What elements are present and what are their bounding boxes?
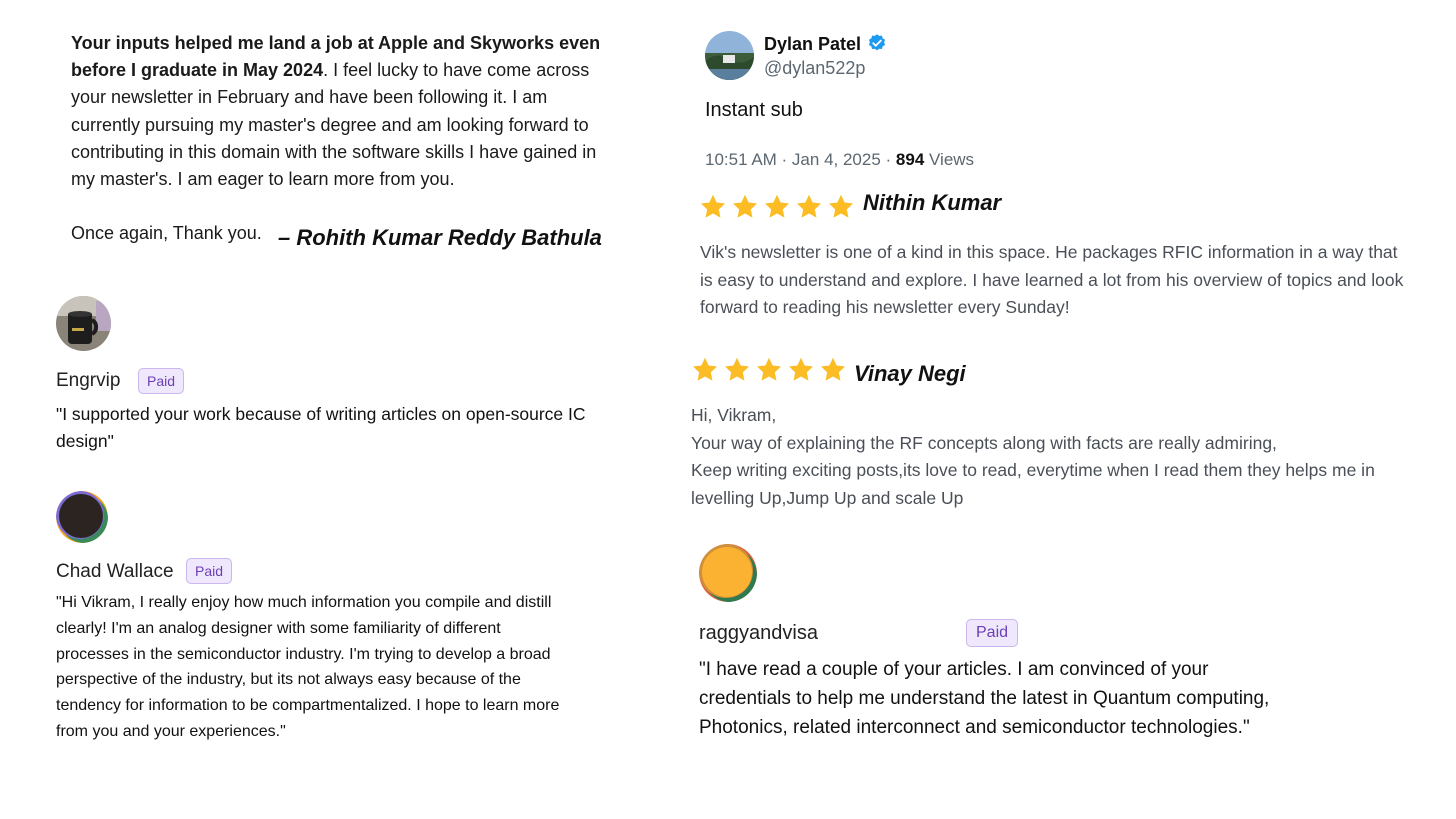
vinay-review: Hi, Vikram, Your way of explaining the R… xyxy=(691,402,1403,512)
tweet-author-label: Dylan Patel xyxy=(764,34,862,54)
vinay-star-rating xyxy=(691,356,847,384)
chad-avatar xyxy=(56,491,108,543)
star-icon xyxy=(820,357,846,381)
vinay-reviewer-name: Vinay Negi xyxy=(854,361,966,386)
star-icon xyxy=(700,194,726,218)
raggy-paid-badge: Paid xyxy=(966,619,1019,647)
chad-name: Chad Wallace xyxy=(56,561,174,582)
vinay-review-line-2: Your way of explaining the RF concepts a… xyxy=(691,432,1277,453)
rohith-signature: – Rohith Kumar Reddy Bathula xyxy=(278,225,602,250)
chad-quote: "Hi Vikram, I really enjoy how much info… xyxy=(56,594,560,740)
star-icon xyxy=(692,357,718,381)
nithin-star-rating xyxy=(699,193,855,221)
raggy-quote: "I have read a couple of your articles. … xyxy=(699,659,1270,738)
tweet-author-handle[interactable]: @dylan522p xyxy=(764,58,865,79)
vinay-review-line-3: Keep writing exciting posts,its love to … xyxy=(691,460,1375,508)
tweet-views-label: Views xyxy=(924,150,975,169)
rohith-testimonial: Your inputs helped me land a job at Appl… xyxy=(71,30,616,247)
star-icon xyxy=(796,194,822,218)
raggy-name: raggyandvisa xyxy=(699,622,818,644)
dylan-avatar xyxy=(705,31,754,80)
star-icon xyxy=(828,194,854,218)
raggy-avatar xyxy=(699,544,757,602)
star-icon xyxy=(724,357,750,381)
tweet-text: Instant sub xyxy=(705,99,803,121)
chad-paid-badge: Paid xyxy=(186,558,233,584)
tweet-author-name[interactable]: Dylan Patel xyxy=(764,33,887,55)
verified-badge-icon xyxy=(868,34,886,51)
tweet-views-count: 894 xyxy=(895,150,925,169)
star-icon xyxy=(756,357,782,381)
vinay-review-line-1: Hi, Vikram, xyxy=(691,405,777,425)
star-icon xyxy=(732,194,758,218)
engrvip-name: Engrvip xyxy=(56,370,121,391)
engrvip-paid-badge: Paid xyxy=(138,368,185,394)
tweet-timestamp[interactable]: 10:51 AM · Jan 4, 2025 · xyxy=(705,150,896,169)
star-icon xyxy=(764,194,790,218)
nithin-reviewer-name: Nithin Kumar xyxy=(863,190,1002,215)
engrvip-quote: "I supported your work because of writin… xyxy=(56,404,586,451)
nithin-review: Vik's newsletter is one of a kind in thi… xyxy=(700,242,1404,317)
star-icon xyxy=(788,357,814,381)
engrvip-avatar xyxy=(56,296,111,351)
tweet-meta: 10:51 AM · Jan 4, 2025 · 894 Views xyxy=(705,150,974,170)
